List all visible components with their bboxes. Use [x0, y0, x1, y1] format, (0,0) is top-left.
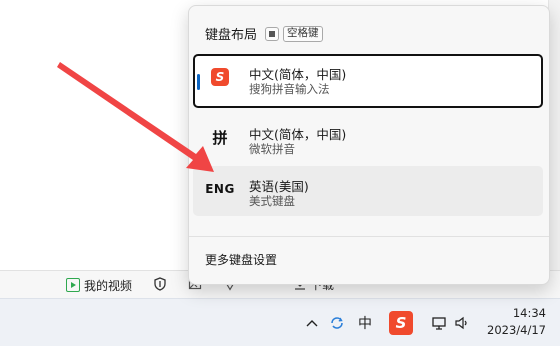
layout-item-microsoft-pinyin[interactable]: 拼 中文(简体，中国) 微软拼音 [193, 114, 543, 166]
sogou-logo-icon: S [211, 68, 229, 86]
popup-title: 键盘布局 [205, 28, 258, 43]
more-keyboard-settings-link[interactable]: 更多键盘设置 [205, 251, 277, 268]
ime-mode-char: 中 [358, 315, 372, 332]
layout-description: 美式键盘 [249, 194, 295, 208]
layout-item-sogou-pinyin[interactable]: S 中文(简体，中国) 搜狗拼音输入法 [193, 54, 543, 108]
eng-icon: ENG [205, 178, 235, 200]
space-key-chip: 空格键 [283, 25, 323, 42]
sogou-logo-icon: S [389, 310, 413, 335]
my-video-link[interactable]: 我的视频 [66, 275, 132, 295]
clock-date: 2023/4/17 [487, 323, 546, 337]
clock-time: 14:34 [512, 306, 546, 320]
sogou-ime-icon: S [207, 66, 233, 88]
pinyin-glyph: 拼 [212, 128, 228, 147]
system-clock[interactable]: 14:34 2023/4/17 [487, 305, 546, 339]
pinyin-icon: 拼 [207, 126, 233, 148]
sync-icon[interactable] [325, 299, 349, 346]
sogou-tray-button[interactable]: S [386, 299, 416, 346]
layout-item-english-us[interactable]: ENG 英语(美国) 美式键盘 [193, 166, 543, 216]
eng-glyph: ENG [205, 182, 235, 196]
layout-description: 微软拼音 [249, 142, 295, 156]
taskbar: 中 S 14:34 2023/4/17 [0, 298, 560, 346]
divider [189, 236, 549, 237]
shield-icon[interactable] [152, 276, 168, 292]
show-hidden-icons-chevron-icon[interactable] [302, 299, 322, 346]
keyboard-layout-popup: 键盘布局 空格键 S 中文(简体，中国) 搜狗拼音输入法 拼 中文(简体，中国)… [188, 5, 550, 285]
volume-icon[interactable] [452, 299, 472, 346]
my-video-label: 我的视频 [84, 278, 133, 293]
popup-header: 键盘布局 空格键 [205, 24, 323, 43]
selected-indicator [197, 74, 200, 90]
windows-key-icon [265, 26, 280, 41]
network-icon[interactable] [429, 299, 449, 346]
play-icon [66, 278, 80, 292]
layout-description: 搜狗拼音输入法 [249, 82, 330, 96]
ime-mode-indicator[interactable]: 中 [355, 299, 375, 346]
